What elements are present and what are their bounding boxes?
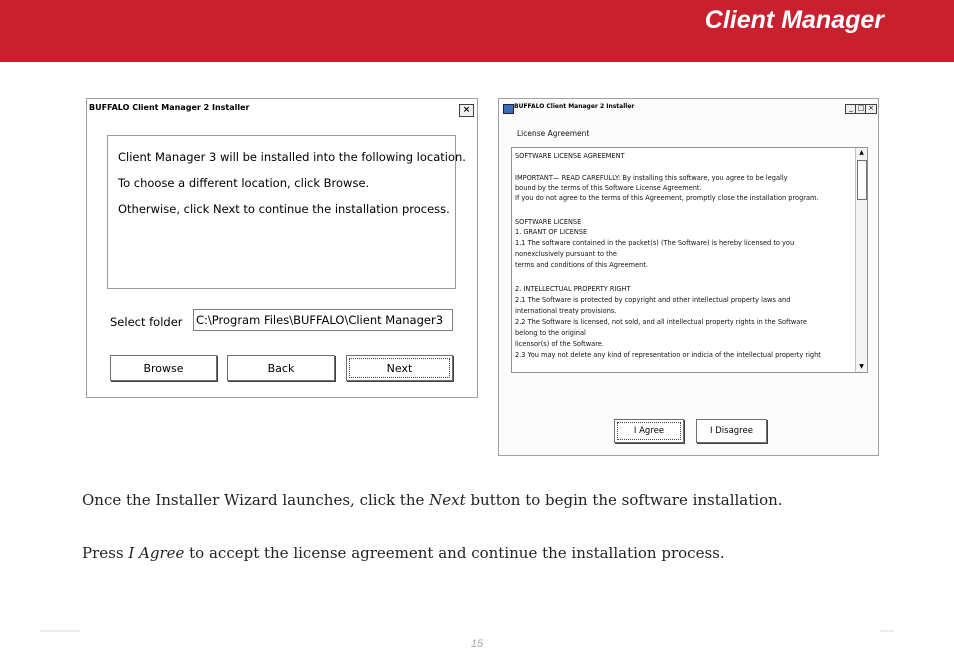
- license-window: BUFFALO Client Manager 2 Installer _ □ ×…: [498, 98, 879, 456]
- instruction-paragraph-2: Press I Agree to accept the license agre…: [82, 543, 822, 564]
- installer-message: To choose a different location, click Br…: [118, 176, 370, 190]
- license-line: 2. INTELLECTUAL PROPERTY RIGHT: [515, 285, 631, 293]
- license-line: 1. GRANT OF LICENSE: [515, 228, 588, 236]
- disagree-button[interactable]: I Disagree: [696, 419, 767, 443]
- instruction-paragraph-1: Once the Installer Wizard launches, clic…: [82, 490, 822, 511]
- footer-rule: [880, 630, 894, 632]
- scroll-thumb[interactable]: [857, 160, 867, 200]
- installer-message: Client Manager 3 will be installed into …: [118, 150, 466, 164]
- browse-button[interactable]: Browse: [110, 355, 217, 381]
- select-folder-label: Select folder: [110, 315, 183, 329]
- license-line: 1.1 The software contained in the packet…: [515, 239, 795, 247]
- para2-emphasis: I Agree: [128, 544, 185, 562]
- header-banner: Client Manager: [0, 0, 954, 62]
- para1-text: Once the Installer Wizard launches, clic…: [82, 491, 430, 509]
- license-title: BUFFALO Client Manager 2 Installer: [514, 103, 635, 110]
- license-text-box[interactable]: SOFTWARE LICENSE AGREEMENT IMPORTANT— RE…: [511, 147, 868, 373]
- folder-path-input[interactable]: C:\Program Files\BUFFALO\Client Manager3: [193, 309, 453, 331]
- license-line: terms and conditions of this Agreement.: [515, 261, 649, 269]
- back-button[interactable]: Back: [227, 355, 335, 381]
- license-line: IMPORTANT— READ CAREFULLY: By installing…: [515, 174, 788, 182]
- para1-emphasis: Next: [429, 491, 466, 509]
- license-line: nonexclusively pursuant to the: [515, 250, 617, 258]
- para2-text: Press: [82, 544, 129, 562]
- license-agreement-label: License Agreement: [517, 129, 590, 138]
- license-line: SOFTWARE LICENSE: [515, 218, 582, 226]
- license-line: bound by the terms of this Software Lice…: [515, 184, 702, 192]
- license-line: If you do not agree to the terms of this…: [515, 194, 819, 202]
- page-title: Client Manager: [704, 6, 884, 34]
- para2-text: to accept the license agreement and cont…: [184, 544, 725, 562]
- installer-message-box: Client Manager 3 will be installed into …: [107, 135, 466, 289]
- license-line: 2.2 The Software is licensed, not sold, …: [515, 318, 807, 326]
- close-icon[interactable]: ×: [459, 104, 474, 117]
- page-number: 15: [470, 638, 484, 650]
- close-icon[interactable]: ×: [865, 104, 877, 114]
- scroll-down-icon[interactable]: ▼: [856, 362, 867, 372]
- license-scrollbar[interactable]: ▲ ▼: [855, 148, 867, 372]
- next-button[interactable]: Next: [346, 355, 453, 381]
- installer-title: BUFFALO Client Manager 2 Installer: [89, 103, 250, 112]
- license-line: SOFTWARE LICENSE AGREEMENT: [515, 152, 625, 160]
- installer-message: Otherwise, click Next to continue the in…: [118, 202, 450, 216]
- license-line: licensor(s) of the Software.: [515, 340, 604, 348]
- installer-window: BUFFALO Client Manager 2 Installer × Cli…: [86, 98, 478, 398]
- app-icon: [503, 104, 514, 114]
- para1-text: button to begin the software installatio…: [465, 491, 783, 509]
- agree-button[interactable]: I Agree: [614, 419, 684, 443]
- license-line: 2.3 You may not delete any kind of repre…: [515, 351, 821, 359]
- license-line: belong to the original: [515, 329, 586, 337]
- footer-rule: [40, 630, 80, 632]
- license-line: 2.1 The Software is protected by copyrig…: [515, 296, 791, 304]
- scroll-up-icon[interactable]: ▲: [856, 148, 867, 158]
- license-line: international treaty provisions.: [515, 307, 617, 315]
